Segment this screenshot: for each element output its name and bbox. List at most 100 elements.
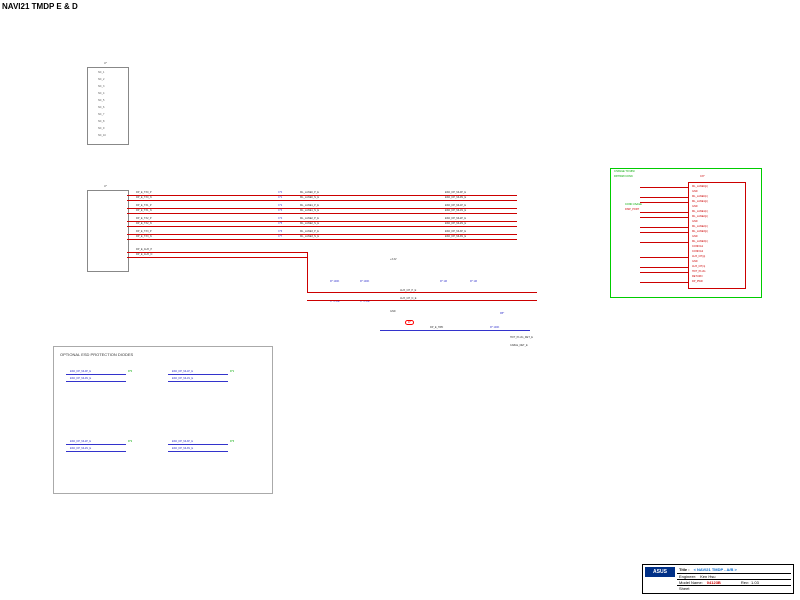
conn-pin: ML_LANE1(n) bbox=[692, 210, 708, 213]
conn-pin: ML_LANE3(p) bbox=[692, 230, 708, 233]
conn-pin: DP_PWR bbox=[692, 280, 703, 283]
w bbox=[168, 374, 228, 375]
bus-lane0n bbox=[127, 200, 517, 201]
pin: NC_8 bbox=[98, 120, 104, 123]
res: R* 1M bbox=[440, 280, 447, 283]
cap: C*4 bbox=[278, 217, 282, 220]
net: ESD_DP_ML3N_E bbox=[445, 235, 466, 238]
net: ESD_DP_ML0N_E bbox=[445, 196, 466, 199]
cap: C*3 bbox=[278, 209, 282, 212]
tb-title-l: Title : bbox=[679, 567, 690, 572]
conn-pin: GND bbox=[692, 205, 698, 208]
net: DP_E_AUX_N bbox=[136, 253, 152, 256]
pin: NC_4 bbox=[98, 92, 104, 95]
note: CHANGE TO MINI bbox=[614, 170, 635, 173]
pin: NC_10 bbox=[98, 134, 106, 137]
conn-pin: GND bbox=[692, 260, 698, 263]
net: ESD_DP_ML2N_E bbox=[445, 222, 466, 225]
net: DP_E_HPD bbox=[430, 326, 443, 329]
tb-rev-v: 1.03 bbox=[751, 580, 759, 585]
w bbox=[66, 381, 126, 382]
bus-lane2n bbox=[127, 226, 517, 227]
tb-eng-v: Ken Hsu bbox=[700, 574, 715, 579]
esd-title: OPTIONAL ESD PROTECTION DIODES bbox=[60, 352, 133, 357]
cap: C*2 bbox=[278, 204, 282, 207]
net-label: DP_E_TX2_N bbox=[136, 222, 152, 225]
hpd-diode: D* bbox=[405, 320, 414, 325]
w bbox=[66, 444, 126, 445]
net-label: DP_E_TX1_N bbox=[136, 209, 152, 212]
aux-bus-r bbox=[307, 292, 537, 293]
net-label: DP_E_TX1_P bbox=[136, 204, 152, 207]
conn-pin: ML_LANE2(n) bbox=[692, 225, 708, 228]
chip-a-ref: U* bbox=[104, 62, 107, 65]
net: ESD_DP_ML0P_E bbox=[445, 191, 466, 194]
page-title: NAVI21 TMDP E & D bbox=[2, 2, 78, 11]
pin: NC_7 bbox=[98, 113, 104, 116]
chip-a: U* bbox=[87, 67, 129, 145]
cap: C*7 bbox=[278, 235, 282, 238]
tb-title-v: < NAVI21 TMDP - A/B > bbox=[694, 567, 737, 572]
res: R* 100K bbox=[490, 326, 499, 329]
pin: NC_6 bbox=[98, 106, 104, 109]
hpd-wire bbox=[380, 330, 530, 331]
net: ML_LANE3_P_E bbox=[300, 230, 319, 233]
cap: C*0 bbox=[278, 191, 282, 194]
net: ESD_DP_ML2P_E bbox=[445, 217, 466, 220]
net: ESD_DP_ML2N_E bbox=[70, 447, 91, 450]
net-label: DP_E_TX2_P bbox=[136, 217, 152, 220]
bus-lane3n bbox=[127, 239, 517, 240]
pin: NC_3 bbox=[98, 85, 104, 88]
pin: NC_1 bbox=[98, 71, 104, 74]
cwire bbox=[640, 282, 688, 283]
conn-pin: GND bbox=[692, 190, 698, 193]
aux-p-wire bbox=[127, 252, 307, 253]
note: DISP_PORT bbox=[625, 208, 639, 211]
net: ML_LANE2_N_E bbox=[300, 222, 319, 225]
net: HOT_PLUG_DET_E bbox=[510, 336, 533, 339]
tb-sheet: Sheet bbox=[679, 586, 689, 591]
note: DP/HDMI CONN bbox=[614, 175, 633, 178]
net: ESD_DP_ML1N_E bbox=[445, 209, 466, 212]
ferrite: FB* bbox=[500, 312, 504, 315]
net-label: DP_E_TX0_P bbox=[136, 191, 152, 194]
brand-logo: ASUS bbox=[645, 567, 675, 577]
note: CONN USAGE bbox=[625, 203, 642, 206]
res: R* 100K bbox=[330, 280, 339, 283]
conn-pin: ML_LANE0(p) bbox=[692, 185, 708, 188]
conn-pin: ML_LANE2(p) bbox=[692, 215, 708, 218]
pin: NC_2 bbox=[98, 78, 104, 81]
net: ML_LANE1_P_E bbox=[300, 204, 319, 207]
net: ESD_DP_ML3P_E bbox=[445, 230, 466, 233]
chip-b: U* bbox=[87, 190, 129, 272]
net: ESD_DP_ML2P_E bbox=[70, 440, 91, 443]
conn-pin: GND bbox=[692, 235, 698, 238]
cwire bbox=[640, 212, 688, 213]
conn-pin: AUX_CH(n) bbox=[692, 265, 705, 268]
aux-n-wire bbox=[127, 257, 307, 258]
conn-pin: ML_LANE1(p) bbox=[692, 200, 708, 203]
conn-pin: ML_LANE3(n) bbox=[692, 240, 708, 243]
res: R* 1M bbox=[470, 280, 477, 283]
conn-pin: CONFIG1 bbox=[692, 245, 703, 248]
tb-rev-l: Rev: bbox=[741, 580, 749, 585]
net: ESD_DP_ML1P_E bbox=[172, 370, 193, 373]
net-label: DP_E_TX0_N bbox=[136, 196, 152, 199]
aux-bus-r2 bbox=[307, 300, 537, 301]
w bbox=[66, 451, 126, 452]
cwire bbox=[640, 187, 688, 188]
cwire bbox=[640, 227, 688, 228]
conn-pin: RETURN bbox=[692, 275, 702, 278]
tb-model-l: Model Name: bbox=[679, 580, 703, 585]
tb-eng-l: Engineer: bbox=[679, 574, 696, 579]
conn-pin: AUX_CH(p) bbox=[692, 255, 705, 258]
net: ML_LANE1_N_E bbox=[300, 209, 319, 212]
net: ESD_DP_ML0P_E bbox=[70, 370, 91, 373]
conn-pin: CONFIG2 bbox=[692, 250, 703, 253]
aux-drop bbox=[307, 252, 308, 292]
net-label: DP_E_TX3_P bbox=[136, 230, 152, 233]
conn-pin: HOT_PLUG bbox=[692, 270, 705, 273]
net: DP_E_AUX_P bbox=[136, 248, 152, 251]
w bbox=[168, 381, 228, 382]
net: ESD_DP_ML0N_E bbox=[70, 377, 91, 380]
